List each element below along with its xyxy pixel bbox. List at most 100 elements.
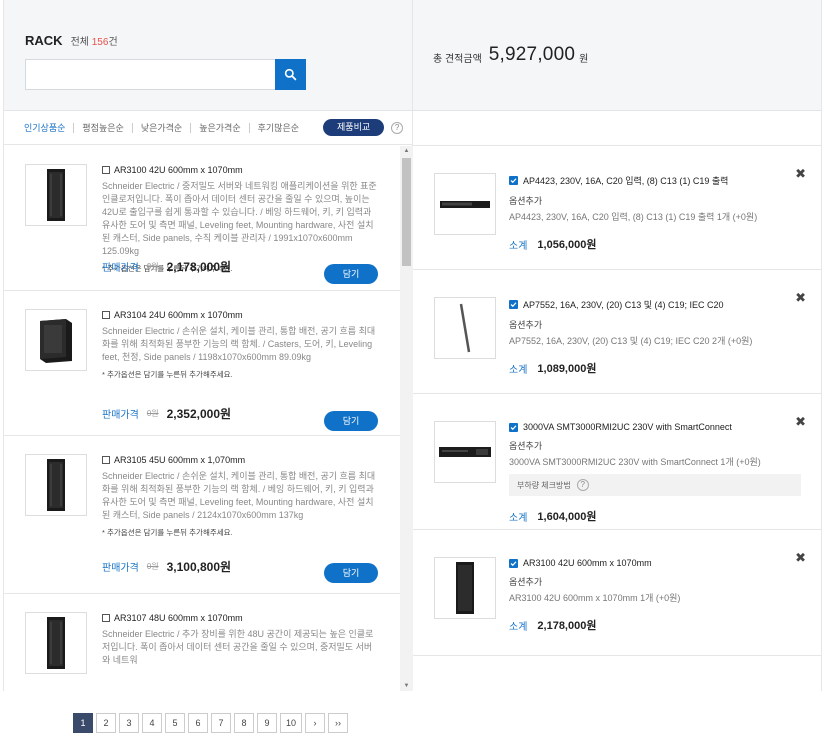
- selected-checkbox[interactable]: [509, 176, 518, 185]
- compare-checkbox[interactable]: [102, 166, 110, 174]
- page-5[interactable]: 5: [165, 713, 185, 733]
- product-title[interactable]: AR3105 45U 600mm x 1,070mm: [114, 455, 245, 465]
- last-page-icon[interactable]: ››: [328, 713, 348, 733]
- subtotal-label: 소계: [509, 512, 528, 524]
- option-label: 옵션추가: [509, 196, 543, 206]
- sale-price: 3,100,800원: [166, 560, 232, 574]
- product-info: AR3107 48U 600mm x 1070mm Schneider Elec…: [102, 613, 379, 667]
- product-info: AR3104 24U 600mm x 1070mm Schneider Elec…: [102, 310, 379, 380]
- original-price: 0원: [146, 562, 159, 571]
- product-description: Schneider Electric / 중저밀도 서버와 네트워킹 애플리케이…: [102, 181, 377, 256]
- add-to-quote-button[interactable]: 담기: [324, 411, 378, 431]
- search-input[interactable]: [25, 59, 275, 90]
- option-detail: AR3100 42U 600mm x 1070mm 1개 (+0원): [509, 593, 681, 603]
- subtotal-row: 소계 1,604,000원: [509, 508, 809, 524]
- cart-item-info: AP7552, 16A, 230V, (20) C13 및 (4) C19; I…: [509, 298, 809, 376]
- selected-checkbox[interactable]: [509, 300, 518, 309]
- option-label: 옵션추가: [509, 577, 543, 587]
- check-icon: [510, 424, 517, 430]
- result-count: 전체 156건: [70, 37, 118, 48]
- pagination: 1 2 3 4 5 6 7 8 9 10 › ››: [73, 713, 348, 733]
- help-icon[interactable]: ?: [391, 121, 404, 134]
- price-row: 판매가격 0원 3,100,800원: [102, 558, 231, 575]
- cart-item: AP4423, 230V, 16A, C20 입력, (8) C13 (1) C…: [413, 146, 821, 270]
- load-check-box: 부하량 체크방법 ?: [509, 474, 801, 496]
- compare-checkbox[interactable]: [102, 456, 110, 464]
- page-8[interactable]: 8: [234, 713, 254, 733]
- page-1[interactable]: 1: [73, 713, 93, 733]
- cart-item-title-row: AP7552, 16A, 230V, (20) C13 및 (4) C19; I…: [509, 298, 809, 311]
- page-2[interactable]: 2: [96, 713, 116, 733]
- compare-checkbox[interactable]: [102, 311, 110, 319]
- total-currency: 원: [579, 54, 589, 65]
- sort-rating[interactable]: 평점높은순: [73, 122, 131, 133]
- check-icon: [510, 302, 517, 308]
- page-4[interactable]: 4: [142, 713, 162, 733]
- next-page-icon[interactable]: ›: [305, 713, 325, 733]
- remove-item-icon[interactable]: ✖: [795, 414, 806, 430]
- remove-item-icon[interactable]: ✖: [795, 166, 806, 182]
- selected-checkbox[interactable]: [509, 422, 518, 432]
- scroll-down-arrow-icon[interactable]: ▼: [400, 681, 413, 691]
- remove-item-icon[interactable]: ✖: [795, 550, 806, 566]
- product-item: AR3107 48U 600mm x 1070mm Schneider Elec…: [4, 594, 400, 691]
- help-icon[interactable]: ?: [576, 479, 589, 491]
- compare-button[interactable]: 제품비교: [323, 119, 385, 136]
- product-title-row: AR3104 24U 600mm x 1070mm: [102, 310, 379, 320]
- product-description: Schneider Electric / 손쉬운 설치, 케이블 관리, 통합 …: [102, 471, 376, 520]
- cart-item-info: AR3100 42U 600mm x 1070mm 옵션추가 AR3100 42…: [509, 558, 809, 633]
- product-title[interactable]: AR3107 48U 600mm x 1070mm: [114, 613, 243, 623]
- compare-checkbox[interactable]: [102, 614, 110, 622]
- cart-item: AR3100 42U 600mm x 1070mm 옵션추가 AR3100 42…: [413, 530, 821, 656]
- cart-item-info: 3000VA SMT3000RMI2UC 230V with SmartConn…: [509, 422, 809, 524]
- page-10[interactable]: 10: [280, 713, 302, 733]
- subtotal-value: 1,089,000원: [537, 363, 597, 375]
- product-image[interactable]: [25, 164, 87, 226]
- product-image[interactable]: [25, 612, 87, 674]
- product-info: AR3105 45U 600mm x 1,070mm Schneider Ele…: [102, 455, 379, 538]
- selected-checkbox[interactable]: [509, 558, 518, 568]
- scroll-thumb[interactable]: [402, 158, 411, 266]
- add-to-quote-button[interactable]: 담기: [324, 563, 378, 583]
- sort-price-low[interactable]: 낮은가격순: [131, 122, 190, 133]
- option-note: * 추가옵션은 담기를 누른뒤 추가해주세요.: [102, 528, 233, 537]
- cart-item-title: AP7552, 16A, 230V, (20) C13 및 (4) C19; I…: [523, 300, 724, 310]
- product-image[interactable]: [25, 309, 87, 371]
- sort-reviews[interactable]: 후기많은순: [248, 122, 307, 133]
- page-3[interactable]: 3: [119, 713, 139, 733]
- sort-bar: 인기상품순 평점높은순 낮은가격순 높은가격순 후기많은순 제품비교 ?: [4, 111, 412, 145]
- sort-price-high[interactable]: 높은가격순: [190, 122, 248, 133]
- option-note: * 추가옵션은 담기를 누른뒤 추가해주세요.: [102, 370, 233, 379]
- add-to-quote-button[interactable]: 담기: [324, 264, 378, 284]
- option-label: 옵션추가: [509, 441, 543, 451]
- search-box: [25, 59, 306, 90]
- product-image[interactable]: [25, 454, 87, 516]
- total-label: 총 견적금액: [433, 53, 482, 65]
- list-scrollbar[interactable]: ▲ ▼: [400, 146, 413, 691]
- page-6[interactable]: 6: [188, 713, 208, 733]
- page-7[interactable]: 7: [211, 713, 231, 733]
- cart-item: AP7552, 16A, 230V, (20) C13 및 (4) C19; I…: [413, 270, 821, 394]
- category-title-row: RACK 전체 156건: [25, 33, 412, 48]
- subtotal-row: 소계 2,178,000원: [509, 617, 809, 633]
- page-9[interactable]: 9: [257, 713, 277, 733]
- original-price: 0원: [146, 262, 159, 271]
- product-title-row: AR3100 42U 600mm x 1070mm: [102, 165, 379, 175]
- cart-item-title-row: AR3100 42U 600mm x 1070mm: [509, 558, 809, 568]
- product-list: AR3100 42U 600mm x 1070mm Schneider Elec…: [4, 146, 400, 691]
- cart-item-image: [434, 421, 496, 483]
- product-title[interactable]: AR3100 42U 600mm x 1070mm: [114, 165, 243, 175]
- cart-item-title-row: 3000VA SMT3000RMI2UC 230V with SmartConn…: [509, 422, 809, 432]
- scroll-up-arrow-icon[interactable]: ▲: [400, 146, 413, 156]
- search-button[interactable]: [275, 59, 306, 90]
- ups-icon: [439, 447, 491, 457]
- remove-item-icon[interactable]: ✖: [795, 290, 806, 306]
- load-check-link[interactable]: 부하량 체크방법: [517, 480, 571, 491]
- price-row: 판매가격 0원 2,352,000원: [102, 405, 231, 422]
- product-title[interactable]: AR3104 24U 600mm x 1070mm: [114, 310, 243, 320]
- price-label: 판매가격: [102, 563, 139, 574]
- sort-popular[interactable]: 인기상품순: [24, 123, 73, 133]
- subtotal-row: 소계 1,089,000원: [509, 360, 809, 376]
- rack-cabinet-icon: [456, 562, 474, 614]
- subtotal-value: 2,178,000원: [537, 620, 597, 632]
